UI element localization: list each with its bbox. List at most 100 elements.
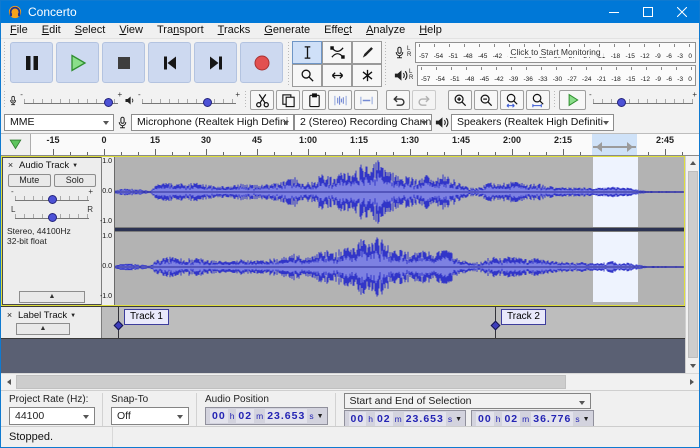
scroll-up-button[interactable] xyxy=(686,156,699,170)
pan-slider[interactable]: LR xyxy=(9,206,95,223)
time-digits[interactable]: 02 xyxy=(375,412,393,426)
time-unit[interactable]: s xyxy=(447,414,453,424)
minimize-button[interactable] xyxy=(597,1,631,23)
label-handle-icon[interactable] xyxy=(491,321,501,331)
collapse-track-button[interactable]: ▲ xyxy=(16,323,70,335)
time-field-caret-icon[interactable]: ▼ xyxy=(455,416,462,423)
waveform-channel-left[interactable] xyxy=(115,157,684,227)
project-rate-dropdown[interactable]: 44100 xyxy=(9,407,95,425)
monitor-hint[interactable]: Click to Start Monitoring xyxy=(507,47,603,57)
pause-button[interactable] xyxy=(10,42,53,83)
time-unit[interactable]: m xyxy=(394,414,403,424)
time-unit[interactable]: h xyxy=(229,411,236,421)
zoom-out-button[interactable] xyxy=(474,90,498,110)
slider-thumb[interactable] xyxy=(617,98,626,107)
playback-meter[interactable]: LR -57-54-51-48-45-42-39-36-33-30-27-24-… xyxy=(393,64,696,86)
solo-button[interactable]: Solo xyxy=(54,174,97,187)
time-field-caret-icon[interactable]: ▼ xyxy=(317,413,324,420)
time-digits[interactable]: 02 xyxy=(236,409,254,423)
menu-analyze[interactable]: Analyze xyxy=(359,23,412,38)
paste-button[interactable] xyxy=(302,90,326,110)
play-button[interactable] xyxy=(56,42,99,83)
maximize-button[interactable] xyxy=(631,1,665,23)
close-button[interactable] xyxy=(665,1,699,23)
playback-device-dropdown[interactable]: Speakers (Realtek High Definiti xyxy=(451,114,614,131)
play-speed-slider[interactable]: -+ xyxy=(587,91,699,109)
close-track-button[interactable]: × xyxy=(5,159,16,172)
menu-help[interactable]: Help xyxy=(412,23,449,38)
horizontal-scroll-thumb[interactable] xyxy=(16,375,566,389)
collapse-track-button[interactable]: ▲ xyxy=(19,291,85,303)
label-text[interactable]: Track 2 xyxy=(501,309,546,325)
redo-button[interactable] xyxy=(412,90,436,110)
time-digits[interactable]: 00 xyxy=(476,412,494,426)
scroll-down-button[interactable] xyxy=(686,359,699,373)
time-field-caret-icon[interactable]: ▼ xyxy=(583,416,590,423)
playback-volume-slider[interactable]: -+ xyxy=(136,91,242,109)
silence-audio-button[interactable] xyxy=(354,90,378,110)
snap-to-dropdown[interactable]: Off xyxy=(111,407,189,425)
pinned-play-head-button[interactable] xyxy=(1,134,31,155)
cut-button[interactable] xyxy=(250,90,274,110)
slider-thumb[interactable] xyxy=(203,98,212,107)
time-unit[interactable]: m xyxy=(255,411,264,421)
time-digits[interactable]: 36.776 xyxy=(531,412,573,426)
audio-host-dropdown[interactable]: MME xyxy=(4,114,114,131)
time-digits[interactable]: 23.653 xyxy=(404,412,446,426)
track-menu-caret-icon[interactable]: ▼ xyxy=(70,313,76,319)
time-unit[interactable]: h xyxy=(495,414,502,424)
time-digits[interactable]: 00 xyxy=(210,409,228,423)
selection-tool-icon[interactable] xyxy=(292,41,322,64)
time-digits[interactable]: 02 xyxy=(502,412,520,426)
recording-device-dropdown[interactable]: Microphone (Realtek High Defini xyxy=(131,114,294,131)
recording-meter-bar[interactable]: Click to Start Monitoring -57-54-51-48-4… xyxy=(415,42,696,63)
toolbar-grip[interactable] xyxy=(2,91,7,109)
mute-button[interactable]: Mute xyxy=(8,174,51,187)
menu-tracks[interactable]: Tracks xyxy=(211,23,258,38)
slider-thumb[interactable] xyxy=(48,195,57,204)
recording-volume-slider[interactable]: -+ xyxy=(18,91,124,109)
envelope-tool-icon[interactable] xyxy=(322,41,352,64)
time-unit[interactable]: s xyxy=(308,411,314,421)
recording-meter[interactable]: LR Click to Start Monitoring -57-54-51-4… xyxy=(393,41,696,63)
timeline-ruler[interactable]: -1501530451:001:151:301:452:002:152:302:… xyxy=(31,134,699,155)
multi-tool-icon[interactable] xyxy=(352,64,382,87)
audio-position-field[interactable]: 00h02m23.653s▼ xyxy=(205,407,328,425)
stop-button[interactable] xyxy=(102,42,145,83)
zoom-in-button[interactable] xyxy=(448,90,472,110)
vertical-scrollbar[interactable] xyxy=(685,156,699,373)
undo-button[interactable] xyxy=(386,90,410,110)
close-track-button[interactable]: × xyxy=(4,309,15,322)
copy-button[interactable] xyxy=(276,90,300,110)
track-title-menu[interactable]: Audio Track xyxy=(19,160,69,171)
time-unit[interactable]: s xyxy=(574,414,580,424)
label-handle-icon[interactable] xyxy=(114,321,124,331)
track-menu-caret-icon[interactable]: ▼ xyxy=(72,163,78,169)
menu-effect[interactable]: Effect xyxy=(317,23,359,38)
play-at-speed-button[interactable] xyxy=(559,90,586,110)
menu-transport[interactable]: Transport xyxy=(150,23,211,38)
selection-mode-dropdown[interactable]: Start and End of Selection xyxy=(344,393,591,409)
time-unit[interactable]: h xyxy=(367,414,374,424)
zoom-selection-button[interactable] xyxy=(500,90,524,110)
skip-to-start-button[interactable] xyxy=(148,42,191,83)
timeshift-tool-icon[interactable] xyxy=(322,64,352,87)
time-unit[interactable]: m xyxy=(521,414,530,424)
track-title-menu[interactable]: Label Track xyxy=(18,310,67,321)
vertical-scroll-thumb[interactable] xyxy=(688,171,698,358)
toolbar-grip[interactable] xyxy=(552,91,557,109)
slider-thumb[interactable] xyxy=(48,213,57,222)
waveform-channel-right[interactable] xyxy=(115,232,684,302)
draw-tool-icon[interactable] xyxy=(352,41,382,64)
menu-view[interactable]: View xyxy=(112,23,150,38)
toolbar-grip[interactable] xyxy=(286,42,291,85)
toolbar-grip[interactable] xyxy=(383,42,388,85)
menu-file[interactable]: File xyxy=(3,23,35,38)
playback-meter-bar[interactable]: -57-54-51-48-45-42-39-36-33-30-27-24-21-… xyxy=(417,65,696,86)
time-digits[interactable]: 00 xyxy=(349,412,367,426)
vertical-scale-ruler[interactable]: 1.00.0-1.01.00.0-1.0 xyxy=(102,157,115,305)
zoom-tool-icon[interactable] xyxy=(292,64,322,87)
time-digits[interactable]: 23.653 xyxy=(265,409,307,423)
waveform-area[interactable] xyxy=(115,157,684,305)
skip-to-end-button[interactable] xyxy=(194,42,237,83)
